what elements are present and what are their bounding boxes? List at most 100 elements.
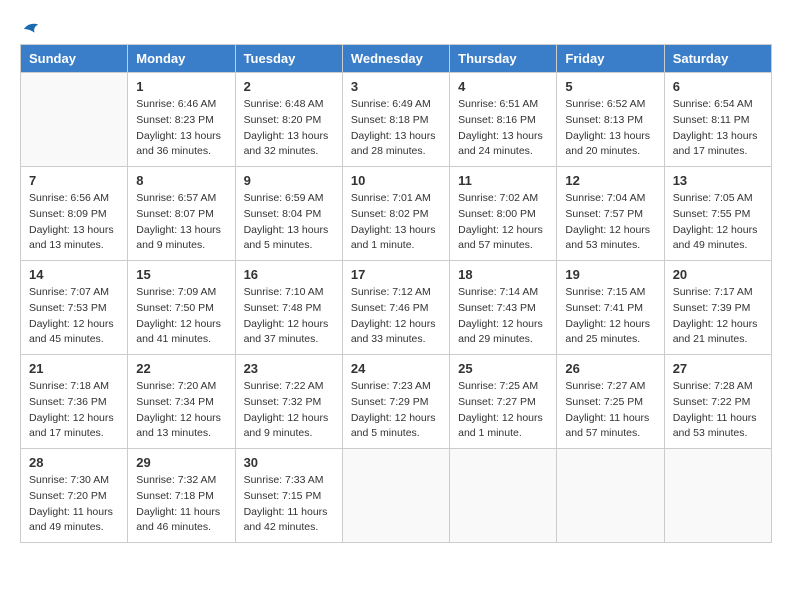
day-cell: 22 Sunrise: 7:20 AM Sunset: 7:34 PM Dayl… xyxy=(128,355,235,449)
sunrise-text: Sunrise: 6:52 AM xyxy=(565,97,655,113)
day-cell: 18 Sunrise: 7:14 AM Sunset: 7:43 PM Dayl… xyxy=(450,261,557,355)
sunset-text: Sunset: 7:55 PM xyxy=(673,207,763,223)
day-number: 17 xyxy=(351,267,441,282)
sunset-text: Sunset: 7:22 PM xyxy=(673,395,763,411)
daylight-text: Daylight: 12 hours and 41 minutes. xyxy=(136,317,226,349)
sunrise-text: Sunrise: 7:02 AM xyxy=(458,191,548,207)
weekday-header-saturday: Saturday xyxy=(664,45,771,73)
day-cell: 4 Sunrise: 6:51 AM Sunset: 8:16 PM Dayli… xyxy=(450,73,557,167)
week-row-3: 21 Sunrise: 7:18 AM Sunset: 7:36 PM Dayl… xyxy=(21,355,772,449)
daylight-text: Daylight: 11 hours and 53 minutes. xyxy=(673,411,763,443)
daylight-text: Daylight: 13 hours and 9 minutes. xyxy=(136,223,226,255)
day-info: Sunrise: 7:18 AM Sunset: 7:36 PM Dayligh… xyxy=(29,379,119,442)
weekday-header-row: SundayMondayTuesdayWednesdayThursdayFrid… xyxy=(21,45,772,73)
weekday-header-sunday: Sunday xyxy=(21,45,128,73)
daylight-text: Daylight: 12 hours and 49 minutes. xyxy=(673,223,763,255)
sunset-text: Sunset: 7:39 PM xyxy=(673,301,763,317)
sunset-text: Sunset: 8:07 PM xyxy=(136,207,226,223)
sunset-text: Sunset: 7:43 PM xyxy=(458,301,548,317)
day-cell: 27 Sunrise: 7:28 AM Sunset: 7:22 PM Dayl… xyxy=(664,355,771,449)
day-cell: 6 Sunrise: 6:54 AM Sunset: 8:11 PM Dayli… xyxy=(664,73,771,167)
sunrise-text: Sunrise: 6:46 AM xyxy=(136,97,226,113)
day-number: 2 xyxy=(244,79,334,94)
sunset-text: Sunset: 7:57 PM xyxy=(565,207,655,223)
daylight-text: Daylight: 12 hours and 29 minutes. xyxy=(458,317,548,349)
day-cell: 28 Sunrise: 7:30 AM Sunset: 7:20 PM Dayl… xyxy=(21,449,128,543)
sunrise-text: Sunrise: 7:07 AM xyxy=(29,285,119,301)
sunrise-text: Sunrise: 7:09 AM xyxy=(136,285,226,301)
calendar-table: SundayMondayTuesdayWednesdayThursdayFrid… xyxy=(20,44,772,543)
day-number: 13 xyxy=(673,173,763,188)
sunrise-text: Sunrise: 7:12 AM xyxy=(351,285,441,301)
day-number: 3 xyxy=(351,79,441,94)
daylight-text: Daylight: 13 hours and 32 minutes. xyxy=(244,129,334,161)
daylight-text: Daylight: 13 hours and 36 minutes. xyxy=(136,129,226,161)
sunrise-text: Sunrise: 7:14 AM xyxy=(458,285,548,301)
sunset-text: Sunset: 7:48 PM xyxy=(244,301,334,317)
sunset-text: Sunset: 8:04 PM xyxy=(244,207,334,223)
day-cell: 19 Sunrise: 7:15 AM Sunset: 7:41 PM Dayl… xyxy=(557,261,664,355)
day-cell: 11 Sunrise: 7:02 AM Sunset: 8:00 PM Dayl… xyxy=(450,167,557,261)
weekday-header-friday: Friday xyxy=(557,45,664,73)
day-number: 28 xyxy=(29,455,119,470)
day-cell: 30 Sunrise: 7:33 AM Sunset: 7:15 PM Dayl… xyxy=(235,449,342,543)
sunrise-text: Sunrise: 7:15 AM xyxy=(565,285,655,301)
day-info: Sunrise: 7:30 AM Sunset: 7:20 PM Dayligh… xyxy=(29,473,119,536)
daylight-text: Daylight: 12 hours and 5 minutes. xyxy=(351,411,441,443)
day-cell: 8 Sunrise: 6:57 AM Sunset: 8:07 PM Dayli… xyxy=(128,167,235,261)
week-row-0: 1 Sunrise: 6:46 AM Sunset: 8:23 PM Dayli… xyxy=(21,73,772,167)
daylight-text: Daylight: 13 hours and 1 minute. xyxy=(351,223,441,255)
sunrise-text: Sunrise: 7:32 AM xyxy=(136,473,226,489)
sunset-text: Sunset: 8:11 PM xyxy=(673,113,763,129)
day-info: Sunrise: 6:57 AM Sunset: 8:07 PM Dayligh… xyxy=(136,191,226,254)
daylight-text: Daylight: 12 hours and 45 minutes. xyxy=(29,317,119,349)
day-cell: 14 Sunrise: 7:07 AM Sunset: 7:53 PM Dayl… xyxy=(21,261,128,355)
daylight-text: Daylight: 11 hours and 42 minutes. xyxy=(244,505,334,537)
sunrise-text: Sunrise: 7:05 AM xyxy=(673,191,763,207)
day-number: 25 xyxy=(458,361,548,376)
daylight-text: Daylight: 12 hours and 13 minutes. xyxy=(136,411,226,443)
sunrise-text: Sunrise: 7:27 AM xyxy=(565,379,655,395)
day-info: Sunrise: 6:56 AM Sunset: 8:09 PM Dayligh… xyxy=(29,191,119,254)
day-info: Sunrise: 7:15 AM Sunset: 7:41 PM Dayligh… xyxy=(565,285,655,348)
day-info: Sunrise: 7:23 AM Sunset: 7:29 PM Dayligh… xyxy=(351,379,441,442)
day-info: Sunrise: 7:10 AM Sunset: 7:48 PM Dayligh… xyxy=(244,285,334,348)
day-cell xyxy=(450,449,557,543)
daylight-text: Daylight: 12 hours and 9 minutes. xyxy=(244,411,334,443)
week-row-2: 14 Sunrise: 7:07 AM Sunset: 7:53 PM Dayl… xyxy=(21,261,772,355)
day-number: 14 xyxy=(29,267,119,282)
sunrise-text: Sunrise: 7:28 AM xyxy=(673,379,763,395)
daylight-text: Daylight: 12 hours and 33 minutes. xyxy=(351,317,441,349)
daylight-text: Daylight: 12 hours and 53 minutes. xyxy=(565,223,655,255)
day-cell: 7 Sunrise: 6:56 AM Sunset: 8:09 PM Dayli… xyxy=(21,167,128,261)
day-cell xyxy=(557,449,664,543)
logo xyxy=(20,20,40,34)
day-cell: 17 Sunrise: 7:12 AM Sunset: 7:46 PM Dayl… xyxy=(342,261,449,355)
day-info: Sunrise: 6:48 AM Sunset: 8:20 PM Dayligh… xyxy=(244,97,334,160)
sunset-text: Sunset: 7:32 PM xyxy=(244,395,334,411)
day-info: Sunrise: 6:51 AM Sunset: 8:16 PM Dayligh… xyxy=(458,97,548,160)
day-info: Sunrise: 7:25 AM Sunset: 7:27 PM Dayligh… xyxy=(458,379,548,442)
sunset-text: Sunset: 7:34 PM xyxy=(136,395,226,411)
sunrise-text: Sunrise: 6:56 AM xyxy=(29,191,119,207)
day-cell: 2 Sunrise: 6:48 AM Sunset: 8:20 PM Dayli… xyxy=(235,73,342,167)
day-info: Sunrise: 7:17 AM Sunset: 7:39 PM Dayligh… xyxy=(673,285,763,348)
daylight-text: Daylight: 12 hours and 37 minutes. xyxy=(244,317,334,349)
sunrise-text: Sunrise: 7:04 AM xyxy=(565,191,655,207)
day-cell: 24 Sunrise: 7:23 AM Sunset: 7:29 PM Dayl… xyxy=(342,355,449,449)
daylight-text: Daylight: 13 hours and 28 minutes. xyxy=(351,129,441,161)
sunset-text: Sunset: 8:09 PM xyxy=(29,207,119,223)
day-number: 26 xyxy=(565,361,655,376)
sunset-text: Sunset: 8:13 PM xyxy=(565,113,655,129)
weekday-header-wednesday: Wednesday xyxy=(342,45,449,73)
day-number: 9 xyxy=(244,173,334,188)
day-info: Sunrise: 6:59 AM Sunset: 8:04 PM Dayligh… xyxy=(244,191,334,254)
day-number: 16 xyxy=(244,267,334,282)
sunset-text: Sunset: 8:18 PM xyxy=(351,113,441,129)
sunset-text: Sunset: 7:46 PM xyxy=(351,301,441,317)
day-cell: 5 Sunrise: 6:52 AM Sunset: 8:13 PM Dayli… xyxy=(557,73,664,167)
sunrise-text: Sunrise: 6:48 AM xyxy=(244,97,334,113)
daylight-text: Daylight: 12 hours and 17 minutes. xyxy=(29,411,119,443)
day-cell xyxy=(664,449,771,543)
week-row-4: 28 Sunrise: 7:30 AM Sunset: 7:20 PM Dayl… xyxy=(21,449,772,543)
